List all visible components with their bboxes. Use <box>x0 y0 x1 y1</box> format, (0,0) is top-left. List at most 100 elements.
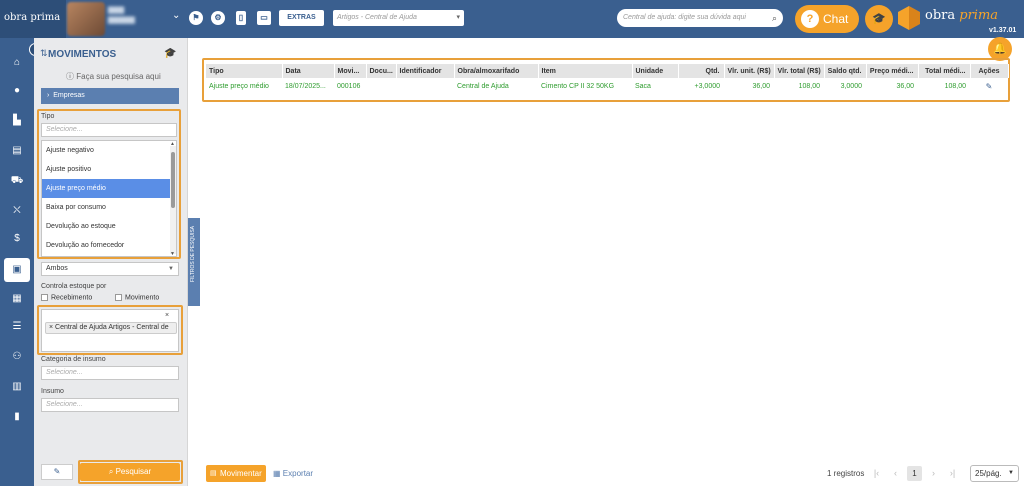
export-icon: ▦ <box>273 469 281 478</box>
estoque-mode-select[interactable]: Ambos ▼ <box>41 262 179 276</box>
export-label: Exportar <box>282 469 314 478</box>
movimentar-button[interactable]: ▤ Movimentar <box>206 465 266 482</box>
categoria-select[interactable]: Selecione... <box>41 366 179 380</box>
cell-item: Cimento CP II 32 50KG <box>541 82 615 90</box>
next-page-icon[interactable]: › <box>926 466 941 481</box>
filters-side-tab[interactable]: FILTROS DE PESQUISA <box>188 218 200 306</box>
current-page[interactable]: 1 <box>907 466 922 481</box>
document-money-icon[interactable]: ▤ <box>0 140 34 162</box>
extras-button[interactable]: EXTRAS <box>279 10 324 26</box>
graduation-cap-icon[interactable]: 🎓 <box>865 5 893 33</box>
cell-tipo: Ajuste preço médio <box>209 82 269 90</box>
chevron-down-icon[interactable]: ⌄ <box>172 10 180 21</box>
movements-grid: Tipo Data Movi... Docu... Identificador … <box>206 64 1009 96</box>
obra-tag[interactable]: × Central de Ajuda Artigos - Central de <box>45 322 177 334</box>
column-header[interactable]: Qtd. <box>678 64 725 78</box>
flag-icon[interactable]: ⚑ <box>189 11 203 25</box>
column-header[interactable]: Movi... <box>334 64 367 78</box>
column-header[interactable]: Vlr. unit. (R$) <box>724 64 775 78</box>
gear-icon[interactable]: ⚙ <box>211 11 225 25</box>
movimentar-label: Movimentar <box>220 469 262 478</box>
categoria-label: Categoria de insumo <box>41 356 106 363</box>
cell-qtd: +3,0000 <box>694 82 721 90</box>
column-header[interactable]: Saldo qtd. <box>824 64 867 78</box>
dropdown-option[interactable]: Devolução ao fornecedor <box>42 236 176 255</box>
scroll-up-icon[interactable]: ▲ <box>170 141 175 147</box>
estoque-mode-value: Ambos <box>46 265 68 272</box>
monitor-icon[interactable]: ▭ <box>257 11 271 25</box>
insumo-label: Insumo <box>41 388 64 395</box>
mobile-icon[interactable]: ▯ <box>236 11 246 25</box>
app-logo[interactable]: obra prima <box>0 0 66 38</box>
help-search-input[interactable]: Central de ajuda: digite sua dúvida aqui… <box>617 9 783 27</box>
checkbox-box[interactable] <box>41 294 48 301</box>
cell-total-medio: 108,00 <box>944 82 966 90</box>
left-nav: ⌂ ● ▙ ▤ ⛟ ⛌ $ ▣ ▦ ☰ ⚇ ▥ ▮ <box>0 38 34 486</box>
movimento-checkbox[interactable]: Movimento <box>115 294 159 301</box>
last-page-icon[interactable]: ›| <box>945 466 960 481</box>
company-select-value: Artigos - Central de Ajuda <box>337 14 417 21</box>
eraser-icon: ✎ <box>53 467 61 476</box>
insumo-select[interactable]: Selecione... <box>41 398 179 412</box>
column-header[interactable]: Total médi... <box>918 64 971 78</box>
cell-vlr-unit: 36,00 <box>752 82 770 90</box>
page-size-select[interactable]: 25/pág. ▼ <box>970 465 1019 482</box>
column-header[interactable]: Vlr. total (R$) <box>774 64 825 78</box>
recebimento-checkbox[interactable]: Recebimento <box>41 294 92 301</box>
dollar-icon[interactable]: $ <box>0 228 34 250</box>
export-link[interactable]: ▦ Exportar <box>273 469 313 478</box>
report-icon[interactable]: ▦ <box>0 288 34 310</box>
cell-vlr-total: 108,00 <box>798 82 820 90</box>
column-header[interactable]: Item <box>538 64 633 78</box>
empresas-toggle[interactable]: › Empresas <box>41 88 179 104</box>
column-header[interactable]: Tipo <box>206 64 283 78</box>
user-icon[interactable]: ● <box>0 80 34 102</box>
dropdown-option[interactable]: Ajuste positivo <box>42 160 176 179</box>
prev-page-icon[interactable]: ‹ <box>888 466 903 481</box>
home-icon[interactable]: ⌂ <box>0 52 34 74</box>
caret-down-icon: ▼ <box>1008 470 1014 476</box>
brand-name: obra prima <box>925 8 998 23</box>
search-button[interactable]: ⌕ Pesquisar <box>80 463 180 481</box>
user-name-blurred: ▇▇▇ ▇▇▇▇▇ <box>108 7 135 24</box>
chat-button[interactable]: ? Chat <box>795 5 859 33</box>
dropdown-option-selected[interactable]: Ajuste preço médio <box>42 179 176 198</box>
table-row[interactable]: Ajuste preço médio 18/07/2025... 000106 … <box>206 78 1008 94</box>
controla-label: Controla estoque por <box>41 283 107 290</box>
record-count: 1 registros <box>827 469 865 478</box>
dropdown-option[interactable]: Devolução ao estoque <box>42 217 176 236</box>
truck-icon[interactable]: ⛟ <box>0 170 34 192</box>
checkbox-box[interactable] <box>115 294 122 301</box>
column-header[interactable]: Obra/almoxarifado <box>454 64 539 78</box>
cart-icon[interactable]: ⛌ <box>0 200 34 222</box>
column-header[interactable]: Unidade <box>632 64 679 78</box>
dropdown-option[interactable]: Ajuste negativo <box>42 141 176 160</box>
building-icon[interactable]: ▙ <box>0 110 34 132</box>
dropdown-option[interactable]: Baixa por consumo <box>42 198 176 217</box>
clear-icon[interactable]: × <box>165 312 169 319</box>
company-select[interactable]: Artigos - Central de Ajuda ▾ <box>333 10 464 26</box>
clear-filters-button[interactable]: ✎ <box>41 464 73 480</box>
search-icon[interactable]: ⌕ <box>772 9 777 27</box>
file-icon[interactable]: ▥ <box>0 376 34 398</box>
tipo-dropdown-list: Ajuste negativo Ajuste positivo Ajuste p… <box>41 140 177 257</box>
people-icon[interactable]: ⚇ <box>0 346 34 368</box>
column-header[interactable]: Data <box>282 64 335 78</box>
search-hint: ⓘ Faça sua pesquisa aqui <box>66 72 161 81</box>
column-header[interactable]: Identificador <box>396 64 455 78</box>
graduation-cap-icon[interactable]: 🎓 <box>164 48 176 59</box>
scroll-down-icon[interactable]: ▼ <box>170 251 175 257</box>
question-icon: ? <box>801 10 819 28</box>
tipo-select[interactable]: Selecione... <box>41 123 177 137</box>
avatar[interactable] <box>67 2 105 36</box>
chart-icon[interactable]: ▮ <box>0 406 34 428</box>
column-header[interactable]: Preço médi... <box>866 64 919 78</box>
checklist-icon[interactable]: ☰ <box>0 316 34 338</box>
column-header[interactable]: Docu... <box>366 64 397 78</box>
search-button-label: Pesquisar <box>115 467 152 476</box>
dropdown-scroll-thumb[interactable] <box>171 152 175 208</box>
box-icon[interactable]: ▣ <box>4 258 30 282</box>
brand-name-main: obra <box>925 8 956 23</box>
edit-icon[interactable]: ✎ <box>986 82 993 91</box>
first-page-icon[interactable]: |‹ <box>869 466 884 481</box>
